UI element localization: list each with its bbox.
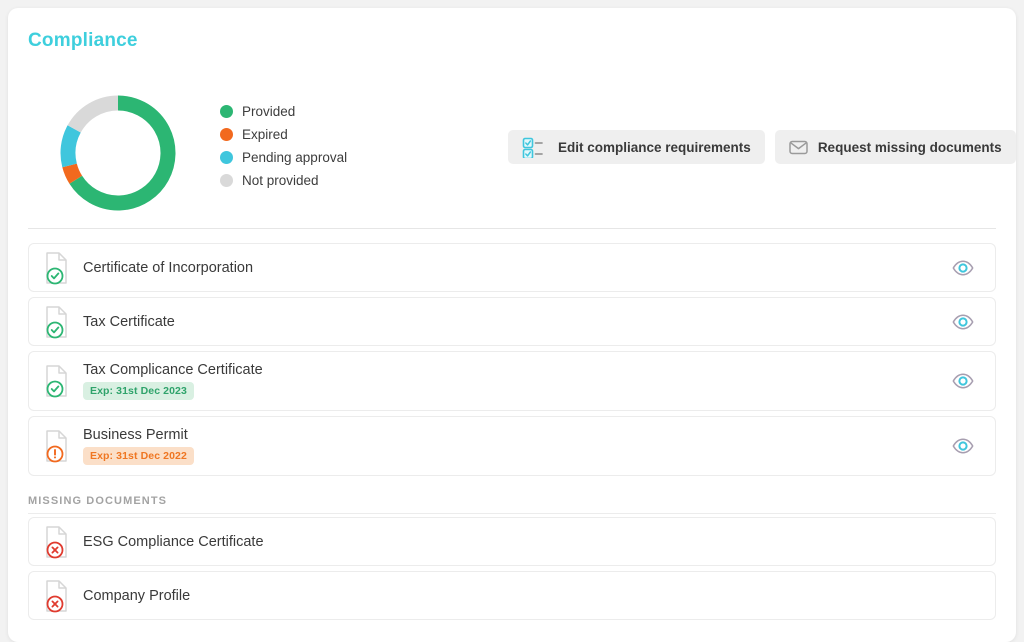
legend-label-provided: Provided <box>242 103 296 119</box>
document-text: Certificate of Incorporation <box>83 260 253 276</box>
document-name: ESG Compliance Certificate <box>83 533 264 550</box>
legend-swatch-provided <box>220 104 233 118</box>
table-row[interactable]: Tax Certificate <box>28 297 996 346</box>
eye-icon[interactable] <box>951 369 975 393</box>
legend-label-not-provided: Not provided <box>242 172 319 188</box>
document-text: Tax Certificate <box>83 314 175 330</box>
status-badge: Exp: 31st Dec 2022 <box>83 447 194 465</box>
donut-svg <box>60 95 176 211</box>
chart-legend: Provided Expired Pending approval Not pr… <box>220 100 430 192</box>
page-title: Compliance <box>28 30 138 51</box>
alert-circle-icon <box>43 429 73 463</box>
donut-segment-not-provided <box>67 95 119 133</box>
document-text: ESG Compliance Certificate <box>83 534 264 550</box>
documents-list: Certificate of Incorporation Tax Certifi… <box>28 243 996 481</box>
legend-swatch-not-provided <box>220 173 233 187</box>
document-text: Company Profile <box>83 588 190 604</box>
donut-segment-expired <box>62 163 83 184</box>
x-circle-icon <box>43 525 73 559</box>
eye-icon[interactable] <box>951 310 975 334</box>
legend-item-provided: Provided <box>220 100 430 122</box>
list-item[interactable]: ESG Compliance Certificate <box>28 517 996 566</box>
document-name: Business Permit <box>83 427 188 443</box>
document-text: Tax Complicance Certificate Exp: 31st De… <box>83 362 263 400</box>
missing-documents-divider <box>28 513 996 514</box>
edit-compliance-requirements-button[interactable]: Edit compliance requirements <box>508 130 765 164</box>
request-missing-documents-label: Request missing documents <box>817 139 1002 155</box>
compliance-donut-chart <box>56 91 180 215</box>
donut-segment-pending-approval <box>60 125 81 168</box>
screen: Compliance Provided Expired Pending appr… <box>0 0 1024 642</box>
check-circle-icon <box>43 305 73 339</box>
legend-swatch-expired <box>220 127 233 141</box>
legend-item-expired: Expired <box>220 123 430 145</box>
checklist-icon <box>522 136 548 158</box>
list-item[interactable]: Company Profile <box>28 571 996 620</box>
table-row[interactable]: Certificate of Incorporation <box>28 243 996 292</box>
compliance-chart-region: Provided Expired Pending approval Not pr… <box>8 78 1016 223</box>
legend-item-not-provided: Not provided <box>220 169 430 191</box>
check-circle-icon <box>43 364 73 398</box>
compliance-card: Compliance Provided Expired Pending appr… <box>8 8 1016 642</box>
envelope-icon <box>789 139 808 155</box>
header-divider <box>28 228 996 229</box>
check-circle-icon <box>43 251 73 285</box>
document-name: Company Profile <box>83 587 191 604</box>
action-buttons: Edit compliance requirements Request mis… <box>508 130 1016 164</box>
legend-label-pending-approval: Pending approval <box>242 149 348 165</box>
status-badge: Exp: 31st Dec 2023 <box>83 382 194 400</box>
request-missing-documents-button[interactable]: Request missing documents <box>774 130 1016 164</box>
document-name: Tax Complicance Certificate <box>83 362 263 378</box>
x-circle-icon <box>43 579 73 613</box>
legend-swatch-pending-approval <box>220 150 233 164</box>
eye-icon[interactable] <box>951 434 975 458</box>
legend-label-expired: Expired <box>242 126 288 142</box>
document-name: Certificate of Incorporation <box>83 259 254 276</box>
missing-documents-heading: MISSING DOCUMENTS <box>28 495 168 507</box>
eye-icon[interactable] <box>951 256 975 280</box>
table-row[interactable]: Tax Complicance Certificate Exp: 31st De… <box>28 351 996 411</box>
missing-documents-list: ESG Compliance Certificate Company Profi… <box>28 517 996 625</box>
document-text: Business Permit Exp: 31st Dec 2022 <box>83 427 194 465</box>
legend-item-pending-approval: Pending approval <box>220 146 430 168</box>
table-row[interactable]: Business Permit Exp: 31st Dec 2022 <box>28 416 996 476</box>
document-name: Tax Certificate <box>83 313 175 330</box>
edit-compliance-requirements-label: Edit compliance requirements <box>558 139 751 155</box>
